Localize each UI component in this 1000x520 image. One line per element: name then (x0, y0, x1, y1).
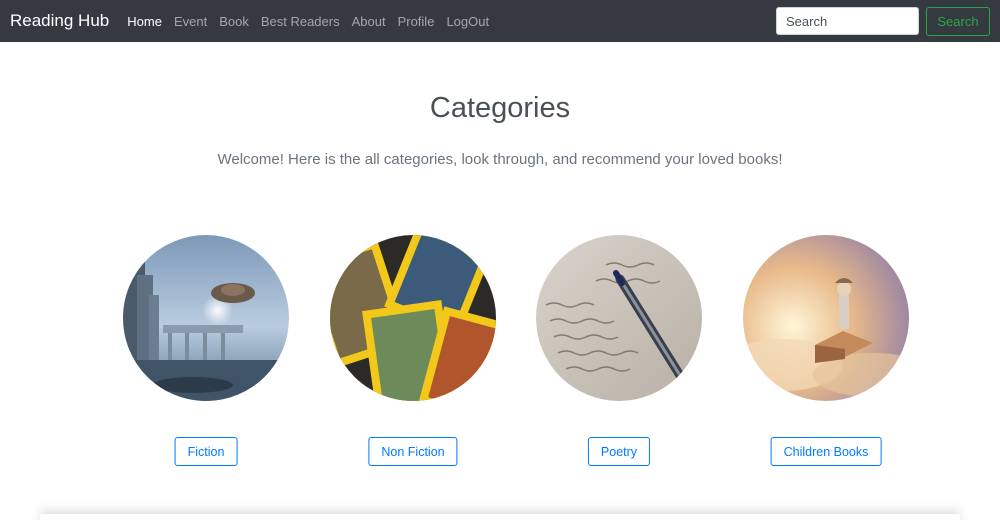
category-button-children-books[interactable]: Children Books (770, 437, 882, 466)
nav-link-about[interactable]: About (352, 14, 386, 29)
search-input[interactable] (776, 7, 919, 35)
nav-link-home[interactable]: Home (127, 14, 162, 29)
fiction-image (123, 235, 289, 401)
footer-card-edge (40, 514, 960, 520)
category-card-poetry: Poetry (536, 235, 702, 467)
search-button[interactable]: Search (926, 6, 990, 36)
national-geographic-magazines-image (330, 235, 496, 401)
category-card-non-fiction: Non Fiction (330, 235, 496, 467)
futuristic-city-spaceship-image (123, 235, 289, 401)
nav-link-book[interactable]: Book (219, 14, 249, 29)
non-fiction-image (330, 235, 496, 401)
children-books-image (743, 235, 909, 401)
nav-link-profile[interactable]: Profile (398, 14, 435, 29)
top-navbar: Reading Hub Home Event Book Best Readers… (0, 0, 1000, 42)
page-title: Categories (429, 92, 571, 124)
child-reading-open-book-image (743, 235, 909, 401)
category-card-fiction: Fiction (123, 235, 289, 467)
pen-on-handwritten-paper-image (536, 235, 702, 401)
category-button-fiction[interactable]: Fiction (174, 437, 238, 466)
nav-link-event[interactable]: Event (174, 14, 207, 29)
poetry-image (536, 235, 702, 401)
nav-link-logout[interactable]: LogOut (446, 14, 489, 29)
category-card-children-books: Children Books (743, 235, 909, 467)
page-lead-text: Welcome! Here is the all categories, loo… (217, 151, 783, 168)
nav-links: Home Event Book Best Readers About Profi… (127, 14, 501, 29)
nav-link-best-readers[interactable]: Best Readers (261, 14, 340, 29)
brand-logo[interactable]: Reading Hub (10, 11, 109, 31)
category-button-non-fiction[interactable]: Non Fiction (368, 437, 458, 466)
search-form: Search (776, 6, 990, 36)
category-button-poetry[interactable]: Poetry (587, 437, 651, 466)
